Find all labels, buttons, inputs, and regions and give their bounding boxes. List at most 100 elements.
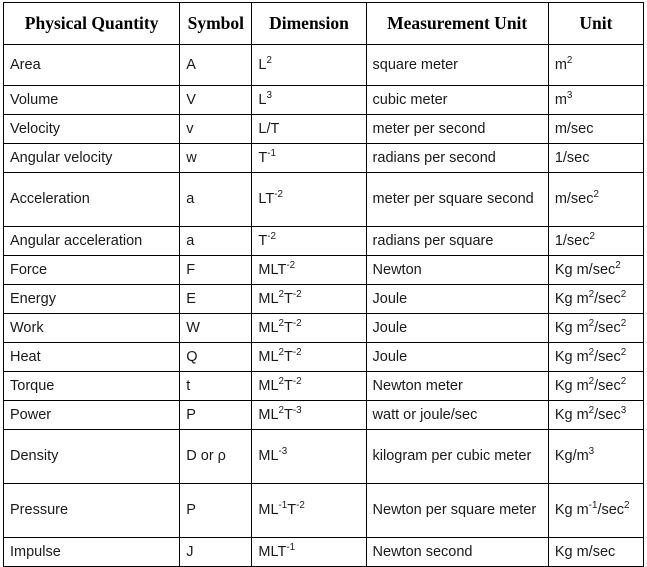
cell-unit: Kg m2/sec2: [547, 284, 645, 314]
cell-dimension: L2: [251, 44, 367, 86]
cell-dimension: ML2T-2: [251, 342, 367, 372]
cell-symbol: a: [179, 172, 253, 227]
cell-measurement-unit: kilogram per cubic meter: [365, 429, 549, 484]
cell-measurement-unit: watt or joule/sec: [365, 400, 549, 430]
cell-dimension: L/T: [251, 114, 367, 144]
cell-physical-quantity: Pressure: [2, 483, 181, 538]
cell-measurement-unit: Joule: [365, 284, 549, 314]
table-row: Torque t ML2T-2 Newton meter Kg m2/sec2: [2, 371, 645, 401]
table-row: Area A L2 square meter m2: [2, 44, 645, 86]
column-header-measurement-unit: Measurement Unit: [365, 2, 549, 45]
table-header-row: Physical Quantity Symbol Dimension Measu…: [2, 2, 645, 45]
cell-unit: Kg m2/sec2: [547, 342, 645, 372]
cell-measurement-unit: square meter: [365, 44, 549, 86]
cell-physical-quantity: Energy: [2, 284, 181, 314]
cell-symbol: V: [179, 85, 253, 115]
cell-symbol: v: [179, 114, 253, 144]
cell-symbol: J: [179, 537, 253, 567]
cell-symbol: P: [179, 400, 253, 430]
table-body: Area A L2 square meter m2 Volume V L3 cubic mete…: [2, 44, 645, 567]
cell-dimension: ML2T-2: [251, 313, 367, 343]
cell-physical-quantity: Power: [2, 400, 181, 430]
cell-dimension: ML-1T-2: [251, 483, 367, 538]
cell-physical-quantity: Heat: [2, 342, 181, 372]
cell-measurement-unit: Newton meter: [365, 371, 549, 401]
column-header-symbol: Symbol: [179, 2, 253, 45]
cell-measurement-unit: Joule: [365, 342, 549, 372]
cell-physical-quantity: Angular velocity: [2, 143, 181, 173]
cell-physical-quantity: Density: [2, 429, 181, 484]
cell-unit: 1/sec: [547, 143, 645, 173]
column-header-dimension: Dimension: [251, 2, 367, 45]
table-row: Angular acceleration a T-2 radians per squa…: [2, 226, 645, 256]
cell-dimension: ML-3: [251, 429, 367, 484]
cell-dimension: T-2: [251, 226, 367, 256]
cell-symbol: A: [179, 44, 253, 86]
cell-unit: Kg m2/sec2: [547, 313, 645, 343]
table-row: Volume V L3 cubic meter m3: [2, 85, 645, 115]
table-row: Energy E ML2T-2 Joule Kg m2/sec2: [2, 284, 645, 314]
cell-symbol: F: [179, 255, 253, 285]
cell-physical-quantity: Area: [2, 44, 181, 86]
cell-physical-quantity: Torque: [2, 371, 181, 401]
cell-symbol: a: [179, 226, 253, 256]
cell-measurement-unit: Newton per square meter: [365, 483, 549, 538]
cell-dimension: MLT-1: [251, 537, 367, 567]
cell-unit: Kg m-1/sec2: [547, 483, 645, 538]
cell-measurement-unit: radians per second: [365, 143, 549, 173]
cell-physical-quantity: Velocity: [2, 114, 181, 144]
cell-dimension: ML2T-2: [251, 284, 367, 314]
cell-dimension: L3: [251, 85, 367, 115]
cell-symbol: w: [179, 143, 253, 173]
cell-physical-quantity: Volume: [2, 85, 181, 115]
table-row: Angular velocity w T-1 radians per second 1/…: [2, 143, 645, 173]
table-row: Work W ML2T-2 Joule Kg m2/sec2: [2, 313, 645, 343]
table-row: Force F MLT-2 Newton Kg m/sec2: [2, 255, 645, 285]
table-row: Velocity v L/T meter per second m/sec: [2, 114, 645, 144]
cell-unit: m/sec: [547, 114, 645, 144]
dimensions-table-container: Physical Quantity Symbol Dimension Measu…: [0, 0, 647, 567]
cell-measurement-unit: Newton second: [365, 537, 549, 567]
cell-dimension: ML2T-2: [251, 371, 367, 401]
cell-symbol: E: [179, 284, 253, 314]
column-header-unit: Unit: [547, 2, 645, 45]
cell-measurement-unit: meter per square second: [365, 172, 549, 227]
cell-unit: Kg m/sec2: [547, 255, 645, 285]
cell-symbol: W: [179, 313, 253, 343]
table-row: Impulse J MLT-1 Newton second Kg m/sec: [2, 537, 645, 567]
table-header: Physical Quantity Symbol Dimension Measu…: [2, 2, 645, 45]
cell-symbol: D or ρ: [179, 429, 253, 484]
table-row: Heat Q ML2T-2 Joule Kg m2/sec2: [2, 342, 645, 372]
cell-measurement-unit: Joule: [365, 313, 549, 343]
column-header-physical-quantity: Physical Quantity: [2, 2, 181, 45]
cell-physical-quantity: Work: [2, 313, 181, 343]
cell-unit: Kg/m3: [547, 429, 645, 484]
cell-unit: m2: [547, 44, 645, 86]
cell-unit: Kg m2/sec3: [547, 400, 645, 430]
cell-physical-quantity: Angular acceleration: [2, 226, 181, 256]
cell-physical-quantity: Force: [2, 255, 181, 285]
cell-symbol: t: [179, 371, 253, 401]
table-row: Density D or ρ ML-3 kilogram per cubic mete…: [2, 429, 645, 484]
cell-measurement-unit: meter per second: [365, 114, 549, 144]
cell-symbol: Q: [179, 342, 253, 372]
cell-unit: m3: [547, 85, 645, 115]
cell-measurement-unit: Newton: [365, 255, 549, 285]
cell-symbol: P: [179, 483, 253, 538]
table-row: Power P ML2T-3 watt or joule/sec Kg m2/sec3: [2, 400, 645, 430]
cell-dimension: LT-2: [251, 172, 367, 227]
cell-dimension: T-1: [251, 143, 367, 173]
cell-dimension: ML2T-3: [251, 400, 367, 430]
cell-unit: m/sec2: [547, 172, 645, 227]
cell-dimension: MLT-2: [251, 255, 367, 285]
cell-physical-quantity: Acceleration: [2, 172, 181, 227]
cell-unit: Kg m/sec: [547, 537, 645, 567]
physical-quantities-dimensions-table: Physical Quantity Symbol Dimension Measu…: [2, 2, 645, 567]
cell-physical-quantity: Impulse: [2, 537, 181, 567]
table-row: Pressure P ML-1T-2 Newton per square meter K…: [2, 483, 645, 538]
cell-unit: 1/sec2: [547, 226, 645, 256]
cell-measurement-unit: cubic meter: [365, 85, 549, 115]
cell-measurement-unit: radians per square: [365, 226, 549, 256]
cell-unit: Kg m2/sec2: [547, 371, 645, 401]
table-row: Acceleration a LT-2 meter per square second…: [2, 172, 645, 227]
